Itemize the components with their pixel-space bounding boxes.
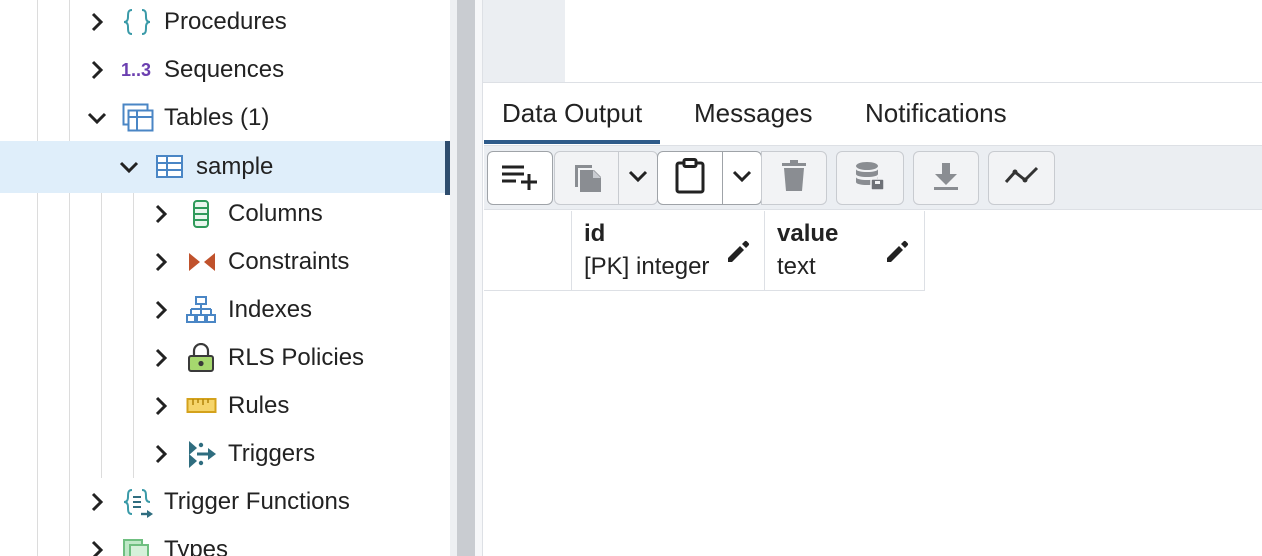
- chevron-right-icon[interactable]: [85, 490, 109, 514]
- chevron-right-icon[interactable]: [85, 58, 109, 82]
- pencil-icon[interactable]: [884, 239, 910, 265]
- tree-item-label: Constraints: [228, 248, 350, 275]
- tree-item-indexes[interactable]: Indexes: [0, 286, 450, 334]
- paste-options-button[interactable]: [722, 151, 762, 205]
- table-icon: [155, 152, 185, 182]
- column-name: id: [584, 220, 606, 247]
- column-header-id[interactable]: id [PK] integer: [572, 211, 765, 291]
- object-explorer-tree: Procedures 1..3 Sequences Tables (1) sam…: [0, 0, 450, 556]
- chevron-right-icon[interactable]: [149, 202, 173, 226]
- delete-button[interactable]: [761, 151, 827, 205]
- chevron-down-icon[interactable]: [117, 155, 141, 179]
- procedures-icon: [122, 7, 152, 37]
- indexes-icon: [186, 295, 216, 325]
- delete-icon: [781, 159, 807, 197]
- chevron-right-icon[interactable]: [85, 538, 109, 556]
- chevron-right-icon[interactable]: [85, 10, 109, 34]
- tab-notifications[interactable]: Notifications: [847, 84, 1025, 144]
- graph-visualiser-button[interactable]: [988, 151, 1055, 205]
- triggers-icon: [186, 439, 216, 469]
- tree-item-label: Rules: [228, 392, 290, 419]
- tree-item-label: Triggers: [228, 440, 316, 467]
- chevron-right-icon[interactable]: [149, 394, 173, 418]
- chevron-down-icon: [730, 164, 754, 193]
- tree-item-sequences[interactable]: 1..3 Sequences: [0, 46, 450, 94]
- types-icon: [122, 535, 152, 556]
- chevron-right-icon[interactable]: [149, 346, 173, 370]
- column-type: text: [777, 253, 816, 280]
- column-type: [PK] integer: [584, 253, 710, 280]
- result-tabs: Data Output Messages Notifications: [484, 84, 1262, 144]
- data-output-toolbar: [484, 145, 1262, 210]
- rules-icon: [186, 391, 217, 421]
- download-button[interactable]: [913, 151, 979, 205]
- tree-item-columns[interactable]: Columns: [0, 190, 450, 238]
- graph-visualiser-icon: [1004, 164, 1040, 193]
- tree-item-procedures[interactable]: Procedures: [0, 0, 450, 46]
- chevron-right-icon[interactable]: [149, 298, 173, 322]
- columns-icon: [187, 199, 217, 229]
- tree-item-label: Columns: [228, 200, 323, 227]
- tables-icon: [122, 103, 154, 133]
- pencil-icon[interactable]: [725, 239, 751, 265]
- tab-data-output[interactable]: Data Output: [484, 84, 661, 144]
- tree-item-label: Procedures: [164, 8, 287, 35]
- tree-item-types[interactable]: Types: [0, 526, 450, 556]
- divider: [483, 82, 1262, 83]
- editor-line-gutter: [483, 0, 565, 82]
- tree-item-rls-policies[interactable]: RLS Policies: [0, 334, 450, 382]
- row-number-header[interactable]: [484, 211, 572, 291]
- tree-item-label: Indexes: [228, 296, 313, 323]
- save-data-icon: [854, 160, 886, 197]
- chevron-right-icon[interactable]: [149, 442, 173, 466]
- tree-item-trigger-functions[interactable]: Trigger Functions: [0, 478, 450, 526]
- column-header-value[interactable]: value text: [765, 211, 925, 291]
- tree-item-label: Tables (1): [164, 104, 270, 131]
- tree-item-label: Trigger Functions: [164, 488, 350, 515]
- add-row-icon: [500, 161, 540, 196]
- chevron-right-icon[interactable]: [149, 250, 173, 274]
- rls-policies-icon: [186, 343, 216, 373]
- tree-item-triggers[interactable]: Triggers: [0, 430, 450, 478]
- copy-icon: [570, 159, 604, 198]
- tree-item-tables[interactable]: Tables (1): [0, 94, 450, 142]
- tree-item-label: Types: [164, 536, 229, 556]
- paste-button[interactable]: [657, 151, 723, 205]
- copy-button[interactable]: [554, 151, 619, 205]
- panel-splitter[interactable]: [457, 0, 475, 556]
- chevron-down-icon[interactable]: [85, 106, 109, 130]
- column-name: value: [777, 220, 839, 247]
- paste-icon: [674, 157, 706, 199]
- tree-item-sample[interactable]: sample: [0, 141, 450, 195]
- add-row-button[interactable]: [487, 151, 553, 205]
- tree-item-label: RLS Policies: [228, 344, 365, 371]
- sequences-icon: 1..3: [121, 60, 152, 80]
- tab-messages[interactable]: Messages: [676, 84, 831, 144]
- download-icon: [932, 161, 960, 196]
- splitter-gap: [450, 0, 457, 556]
- chevron-down-icon: [626, 164, 650, 193]
- panel-border: [475, 0, 483, 556]
- constraints-icon: [187, 247, 217, 277]
- save-data-button[interactable]: [836, 151, 904, 205]
- tree-item-label: Sequences: [164, 56, 285, 83]
- tree-item-constraints[interactable]: Constraints: [0, 238, 450, 286]
- tree-item-rules[interactable]: Rules: [0, 382, 450, 430]
- trigger-functions-icon: [122, 487, 153, 518]
- copy-options-button[interactable]: [618, 151, 658, 205]
- tree-item-label: sample: [196, 153, 274, 180]
